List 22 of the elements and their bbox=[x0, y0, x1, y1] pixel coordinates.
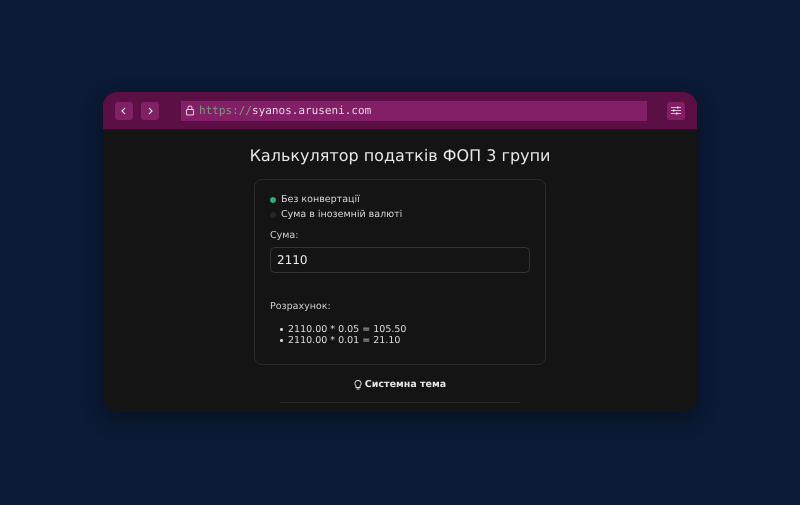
settings-button[interactable] bbox=[667, 102, 685, 120]
bullet-icon bbox=[280, 328, 283, 331]
lock-icon bbox=[185, 105, 195, 116]
lightbulb-icon bbox=[354, 380, 362, 390]
chevron-left-icon bbox=[120, 106, 128, 114]
radio-option[interactable]: Сума в іноземній валюті bbox=[270, 209, 530, 220]
amount-label: Сума: bbox=[270, 230, 300, 241]
page-title: Калькулятор податків ФОП 3 групи bbox=[250, 146, 550, 165]
back-button[interactable] bbox=[115, 102, 133, 120]
radio-option[interactable]: Без конвертації bbox=[270, 194, 530, 205]
url-scheme: https:// bbox=[199, 104, 252, 117]
url-host: syanos.aruseni.com bbox=[252, 104, 372, 117]
chevron-right-icon bbox=[146, 106, 154, 114]
result-line: 2110.00 * 0.05 = 105.50 bbox=[288, 324, 406, 335]
result-line: 2110.00 * 0.01 = 21.10 bbox=[288, 335, 400, 346]
bullet-icon bbox=[280, 339, 283, 342]
sliders-icon bbox=[671, 106, 681, 115]
theme-button[interactable]: Системна тема bbox=[354, 379, 446, 390]
address-bar[interactable]: https://syanos.aruseni.com bbox=[181, 100, 647, 120]
amount-input[interactable]: 2110 bbox=[270, 247, 530, 273]
result-label: Розрахунок: bbox=[270, 301, 332, 312]
forward-button[interactable] bbox=[141, 102, 159, 120]
